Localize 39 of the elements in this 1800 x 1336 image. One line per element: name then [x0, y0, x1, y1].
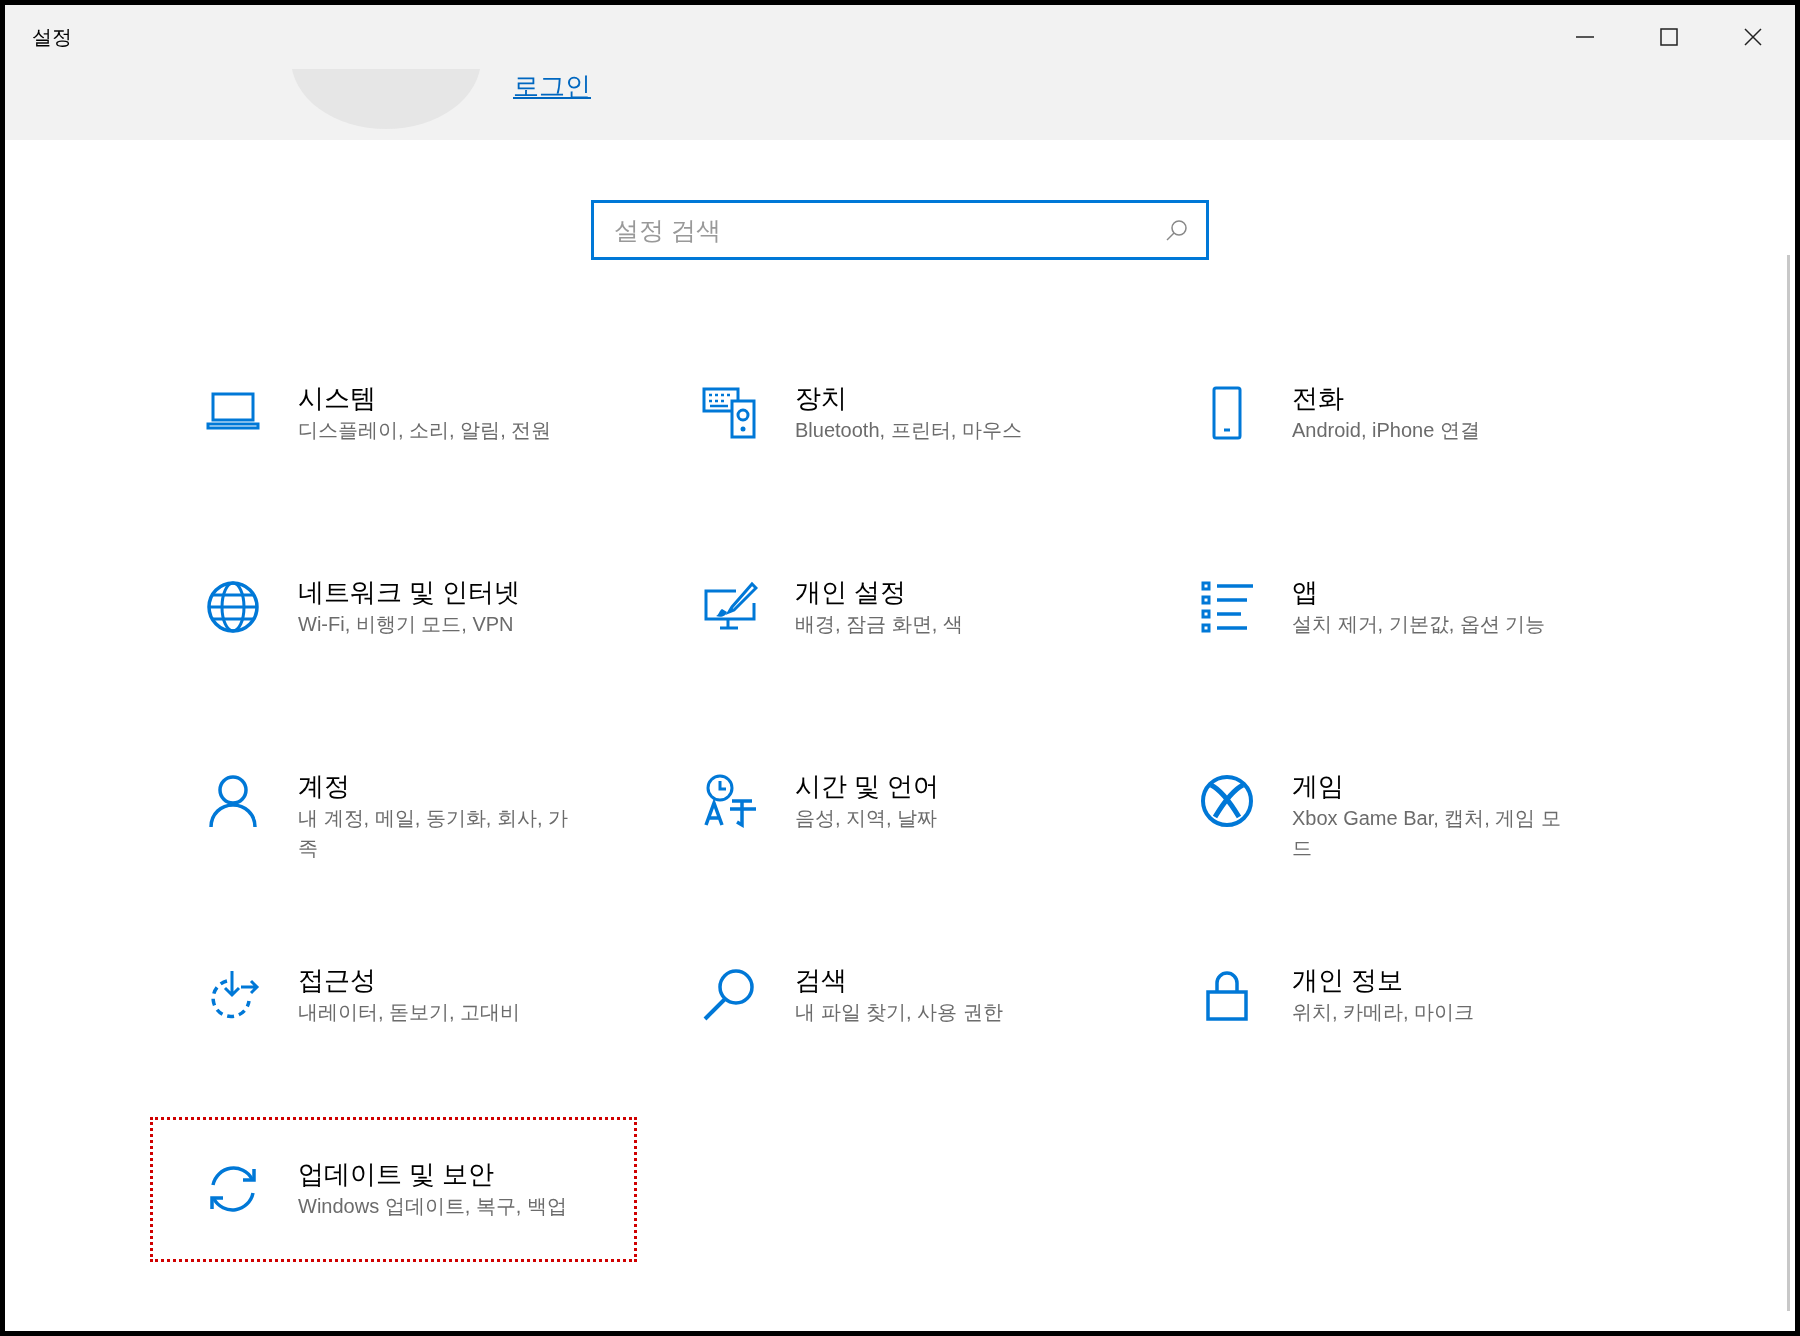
scrollbar[interactable] [1787, 255, 1790, 1311]
tile-description: 설치 제거, 기본값, 옵션 기능 [1292, 612, 1547, 637]
sign-in-link[interactable]: 로그인 [513, 69, 591, 106]
tile-description: Xbox Game Bar, 캡처, 게임 모드 [1292, 806, 1562, 861]
tile-description: 내 파일 찾기, 사용 권한 [795, 1000, 1004, 1025]
tile-description: 디스플레이, 소리, 알림, 전원 [298, 418, 553, 443]
maximize-icon [1659, 27, 1679, 47]
clock-character-icon[interactable] [702, 773, 758, 829]
tile-title[interactable]: 게임 [1292, 769, 1568, 803]
tile-title[interactable]: 개인 설정 [795, 575, 1071, 609]
search-field[interactable]: 설정 검색 [591, 200, 1209, 260]
tile-title[interactable]: 네트워크 및 인터넷 [298, 575, 574, 609]
tile-title[interactable]: 앱 [1292, 575, 1568, 609]
close-icon [1743, 27, 1763, 47]
minimize-icon [1575, 36, 1595, 38]
tile-title[interactable]: 업데이트 및 보안 [298, 1157, 574, 1191]
tile-description: 내레이터, 돋보기, 고대비 [298, 1000, 522, 1025]
tile-title[interactable]: 검색 [795, 963, 1071, 997]
window-title: 설정 [32, 25, 72, 50]
tile-description: Android, iPhone 연결 [1292, 418, 1481, 443]
tile-description: Windows 업데이트, 복구, 백업 [298, 1194, 568, 1219]
tile-title[interactable]: 시스템 [298, 381, 574, 415]
xbox-icon[interactable] [1199, 773, 1255, 829]
tile-title[interactable]: 개인 정보 [1292, 963, 1568, 997]
list-icon[interactable] [1199, 579, 1255, 635]
globe-icon[interactable] [205, 579, 261, 635]
tile-description: 배경, 잠금 화면, 색 [795, 612, 964, 637]
tile-description: 내 계정, 메일, 동기화, 회사, 가족 [298, 806, 569, 861]
tile-description: 음성, 지역, 날짜 [795, 806, 939, 831]
tile-description: 위치, 카메라, 마이크 [1292, 1000, 1476, 1025]
tile-title[interactable]: 시간 및 언어 [795, 769, 1071, 803]
search-icon [1165, 218, 1189, 242]
keyboard-speaker-icon[interactable] [702, 385, 758, 441]
tile-title[interactable]: 장치 [795, 381, 1071, 415]
tile-description: Bluetooth, 프린터, 마우스 [795, 418, 1023, 443]
tile-title[interactable]: 전화 [1292, 381, 1568, 415]
tile-description: Wi-Fi, 비행기 모드, VPN [298, 612, 515, 637]
tile-title[interactable]: 접근성 [298, 963, 574, 997]
tile-title[interactable]: 계정 [298, 769, 574, 803]
